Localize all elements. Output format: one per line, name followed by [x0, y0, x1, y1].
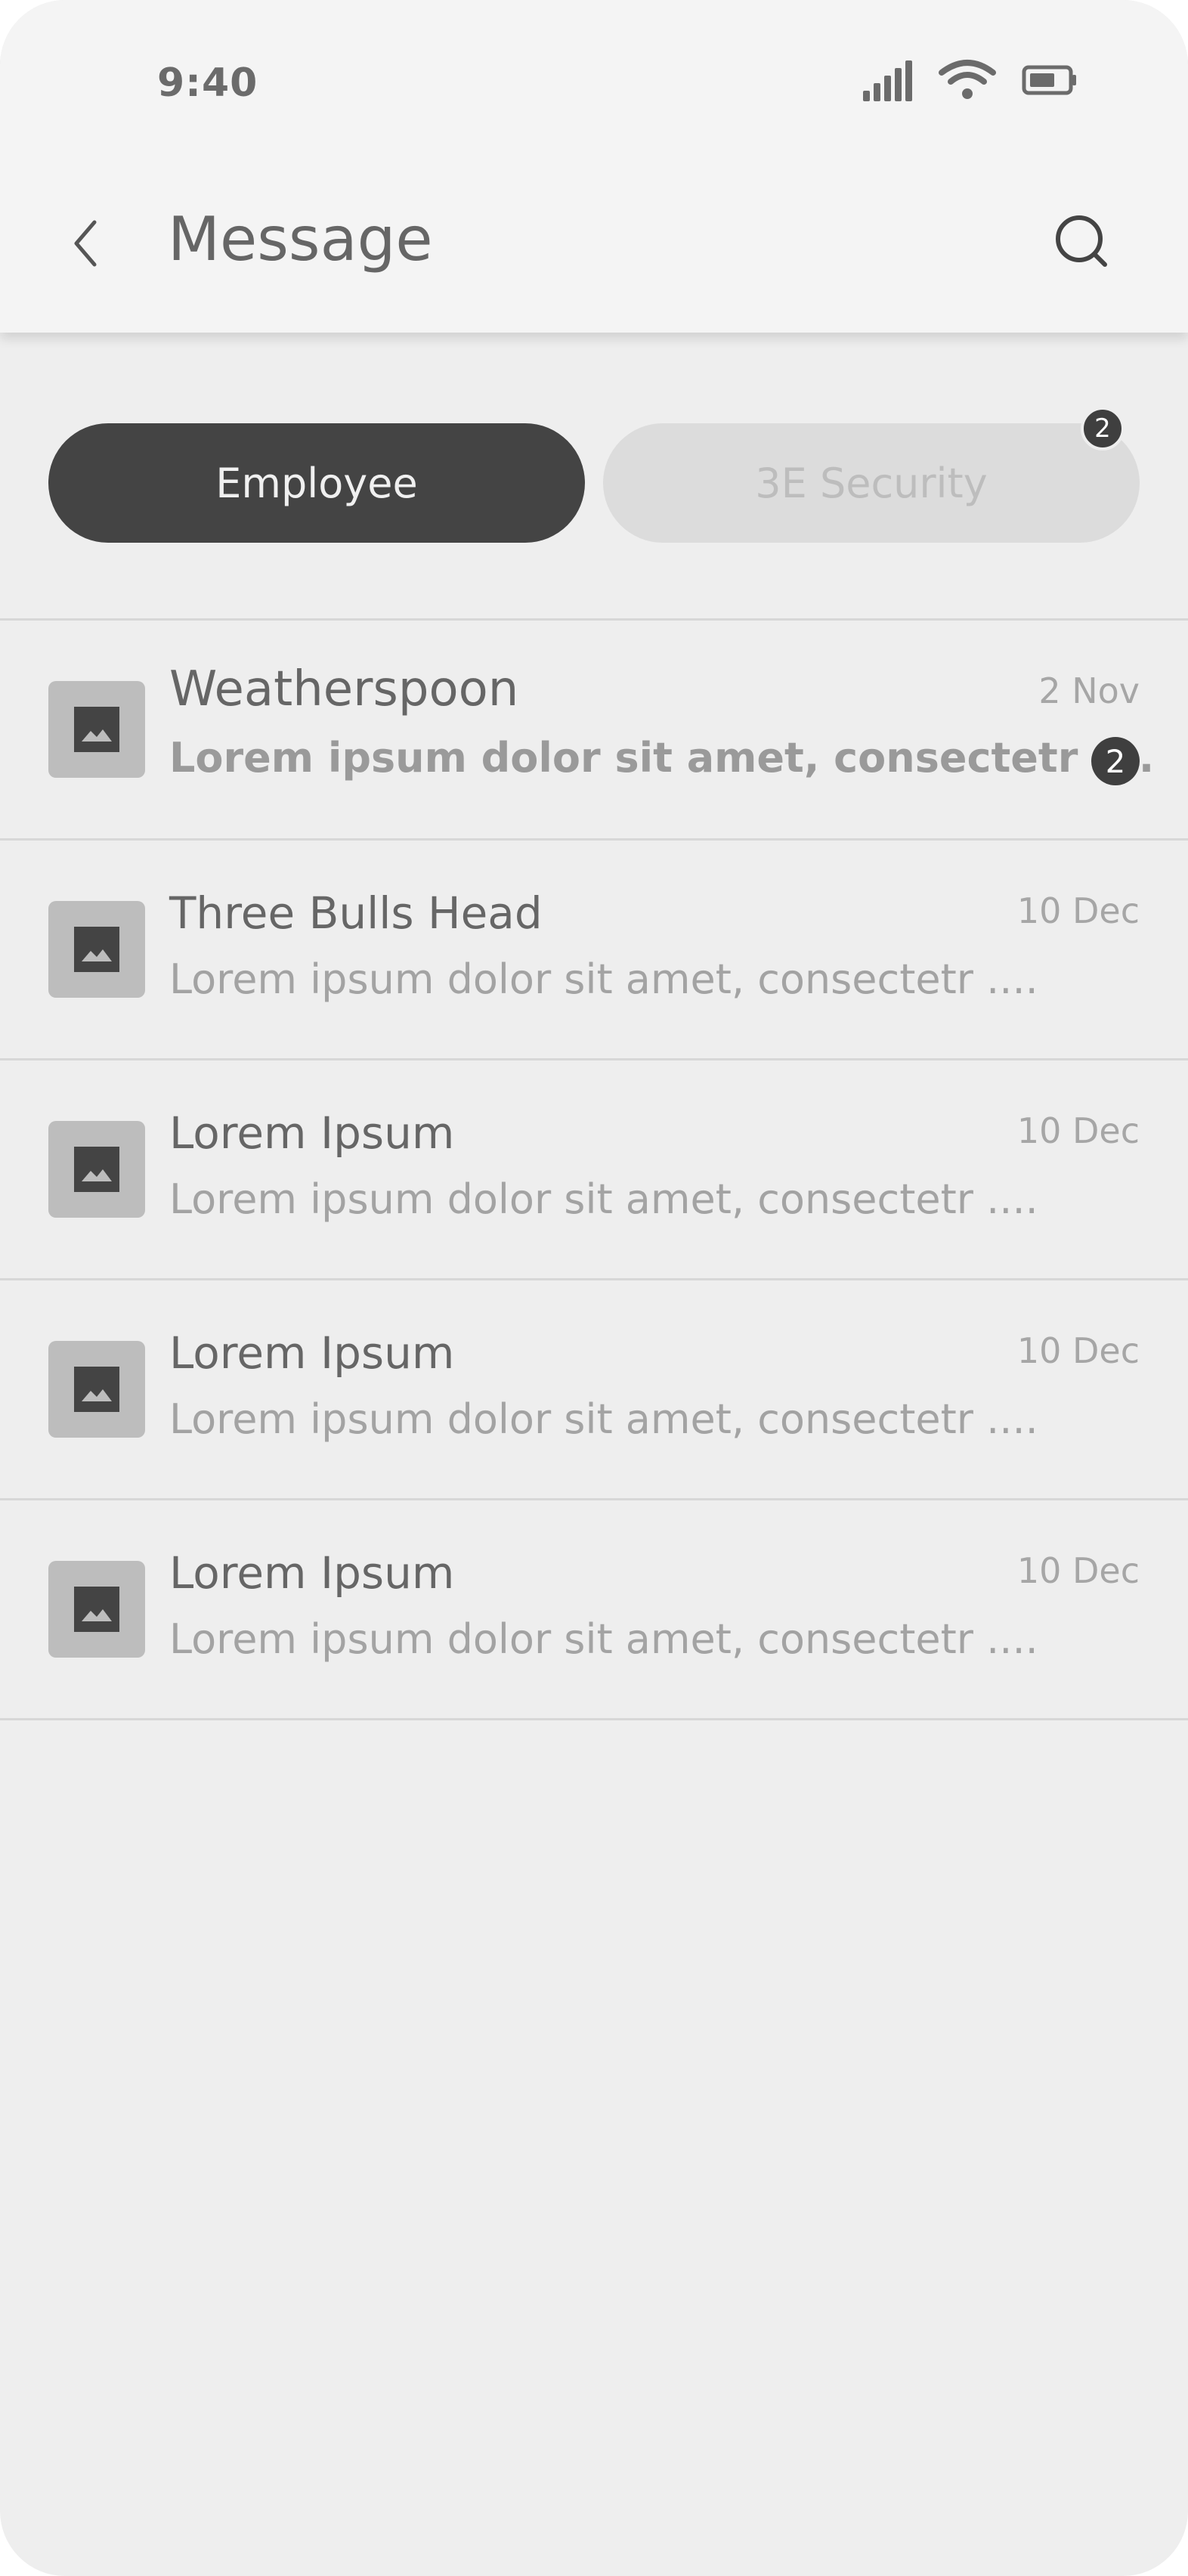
message-title: Weatherspoon: [169, 661, 519, 717]
tab-3e-security-label: 3E Security: [755, 459, 988, 507]
back-button[interactable]: [59, 206, 112, 281]
phone-screen: 9:40 Message Employee 3E Security 2 Weat…: [0, 0, 1188, 2576]
message-date: 10 Dec: [1016, 1330, 1140, 1371]
list-item[interactable]: Lorem Ipsum Lorem ipsum dolor sit amet, …: [0, 1060, 1188, 1280]
list-item[interactable]: Lorem Ipsum Lorem ipsum dolor sit amet, …: [0, 1500, 1188, 1720]
page-title: Message: [168, 204, 433, 274]
message-date: 2 Nov: [1038, 670, 1140, 711]
image-icon: [74, 927, 119, 972]
message-title: Three Bulls Head: [169, 887, 543, 939]
avatar: [48, 1121, 145, 1218]
avatar: [48, 681, 145, 778]
image-icon: [74, 1587, 119, 1632]
message-list: Weatherspoon Lorem ipsum dolor sit amet,…: [0, 618, 1188, 1720]
avatar: [48, 1561, 145, 1658]
tab-notification-badge: 2: [1081, 407, 1125, 450]
message-date: 10 Dec: [1016, 1550, 1140, 1591]
tab-employee[interactable]: Employee: [48, 423, 585, 543]
wifi-icon: [939, 60, 996, 99]
message-preview: Lorem ipsum dolor sit amet, consectetr .…: [169, 734, 1155, 782]
tab-employee-label: Employee: [215, 459, 418, 507]
list-item[interactable]: Three Bulls Head Lorem ipsum dolor sit a…: [0, 841, 1188, 1060]
image-icon: [74, 707, 119, 752]
message-title: Lorem Ipsum: [169, 1547, 455, 1599]
battery-icon: [1022, 65, 1076, 95]
message-preview: Lorem ipsum dolor sit amet, consectetr .…: [169, 955, 1038, 1003]
app-header: 9:40 Message: [0, 0, 1188, 333]
avatar: [48, 1341, 145, 1438]
image-icon: [74, 1147, 119, 1192]
chevron-left-icon: [74, 220, 97, 267]
search-button[interactable]: [1052, 212, 1112, 272]
message-title: Lorem Ipsum: [169, 1107, 455, 1159]
list-item[interactable]: Lorem Ipsum Lorem ipsum dolor sit amet, …: [0, 1280, 1188, 1500]
list-item[interactable]: Weatherspoon Lorem ipsum dolor sit amet,…: [0, 621, 1188, 841]
avatar: [48, 901, 145, 998]
search-icon: [1056, 215, 1107, 267]
unread-badge: 2: [1091, 737, 1140, 785]
message-preview: Lorem ipsum dolor sit amet, consectetr .…: [169, 1175, 1038, 1223]
message-preview: Lorem ipsum dolor sit amet, consectetr .…: [169, 1395, 1038, 1443]
signal-icon: [863, 60, 912, 101]
tab-3e-security[interactable]: 3E Security: [603, 423, 1140, 543]
message-date: 10 Dec: [1016, 1110, 1140, 1151]
message-title: Lorem Ipsum: [169, 1327, 455, 1379]
image-icon: [74, 1367, 119, 1412]
message-date: 10 Dec: [1016, 890, 1140, 931]
message-preview: Lorem ipsum dolor sit amet, consectetr .…: [169, 1615, 1038, 1663]
status-time: 9:40: [157, 60, 258, 106]
